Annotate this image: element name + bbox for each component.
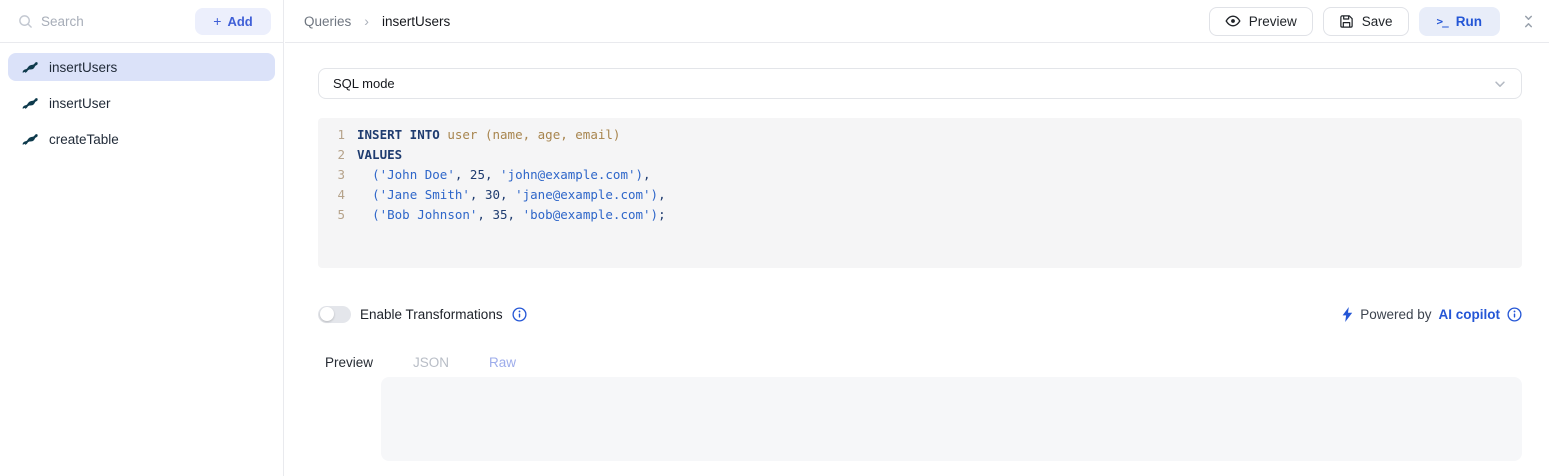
code-line: 4 ('Jane Smith', 30, 'jane@example.com')…: [318, 185, 1522, 205]
query-mode-select[interactable]: SQL mode: [318, 68, 1522, 99]
sql-code-editor[interactable]: 1INSERT INTO user (name, age, email)2VAL…: [318, 118, 1522, 268]
ai-copilot-label[interactable]: AI copilot: [1439, 307, 1501, 322]
powered-by-label: Powered by: [1360, 307, 1431, 322]
preview-button-label: Preview: [1249, 14, 1297, 29]
query-seal-icon: [20, 61, 38, 74]
sidebar-item-label: createTable: [49, 132, 119, 147]
code-line: 5 ('Bob Johnson', 35, 'bob@example.com')…: [318, 205, 1522, 225]
line-number: 2: [318, 145, 345, 165]
header-actions: Preview Save >_ Run: [1209, 7, 1537, 36]
line-number: 1: [318, 125, 345, 145]
terminal-icon: >_: [1437, 15, 1448, 28]
result-tab-preview[interactable]: Preview: [318, 351, 380, 381]
transformations-row: Enable Transformations: [318, 303, 527, 325]
info-icon[interactable]: [512, 307, 527, 322]
line-number: 3: [318, 165, 345, 185]
breadcrumb: Queries › insertUsers: [304, 13, 450, 29]
sidebar: + Add insertUsers insertUser createTable: [0, 0, 284, 476]
sidebar-item-label: insertUsers: [49, 60, 117, 75]
eye-icon: [1225, 13, 1241, 29]
code-text[interactable]: ('John Doe', 25, 'john@example.com'),: [345, 165, 651, 185]
add-query-button[interactable]: + Add: [195, 8, 271, 35]
sidebar-item-insertUsers[interactable]: insertUsers: [8, 53, 275, 81]
code-line: 3 ('John Doe', 25, 'john@example.com'),: [318, 165, 1522, 185]
query-seal-icon: [20, 97, 38, 110]
sidebar-item-createTable[interactable]: createTable: [8, 125, 275, 153]
sidebar-item-insertUser[interactable]: insertUser: [8, 89, 275, 117]
code-lines: 1INSERT INTO user (name, age, email)2VAL…: [318, 125, 1522, 225]
run-button-label: Run: [1456, 14, 1482, 29]
breadcrumb-parent[interactable]: Queries: [304, 14, 351, 29]
code-text[interactable]: ('Jane Smith', 30, 'jane@example.com'),: [345, 185, 666, 205]
add-button-label: Add: [227, 14, 252, 29]
search-input[interactable]: [41, 14, 187, 29]
save-button-label: Save: [1362, 14, 1393, 29]
run-button[interactable]: >_ Run: [1419, 7, 1501, 36]
code-text[interactable]: INSERT INTO user (name, age, email): [345, 125, 620, 145]
save-icon: [1339, 14, 1354, 29]
sidebar-search-bar: + Add: [0, 0, 283, 43]
main-header: Queries › insertUsers Preview: [285, 0, 1549, 43]
app-window: + Add insertUsers insertUser createTable Q…: [0, 0, 1549, 476]
lightning-bolt-icon: [1342, 307, 1353, 322]
copilot-row: Powered by AI copilot: [1342, 303, 1522, 325]
main-area: Queries › insertUsers Preview: [285, 0, 1549, 476]
line-number: 4: [318, 185, 345, 205]
collapse-panel-icon[interactable]: [1520, 12, 1537, 31]
plus-icon: +: [213, 13, 221, 29]
breadcrumb-current: insertUsers: [382, 14, 450, 29]
query-mode-value: SQL mode: [333, 76, 395, 91]
chevron-down-icon: [1493, 77, 1507, 91]
query-list: insertUsers insertUser createTable: [0, 43, 283, 163]
enable-transformations-toggle[interactable]: [318, 306, 351, 323]
code-line: 2VALUES: [318, 145, 1522, 165]
code-text[interactable]: VALUES: [345, 145, 402, 165]
chevron-right-icon: ›: [364, 13, 369, 29]
save-button[interactable]: Save: [1323, 7, 1409, 36]
code-text[interactable]: ('Bob Johnson', 35, 'bob@example.com');: [345, 205, 666, 225]
line-number: 5: [318, 205, 345, 225]
sidebar-item-label: insertUser: [49, 96, 111, 111]
search-icon: [18, 14, 33, 29]
preview-button[interactable]: Preview: [1209, 7, 1313, 36]
code-line: 1INSERT INTO user (name, age, email): [318, 125, 1522, 145]
result-output-panel: [381, 377, 1522, 461]
query-seal-icon: [20, 133, 38, 146]
transformations-label: Enable Transformations: [360, 307, 503, 322]
copilot-info-icon[interactable]: [1507, 307, 1522, 322]
